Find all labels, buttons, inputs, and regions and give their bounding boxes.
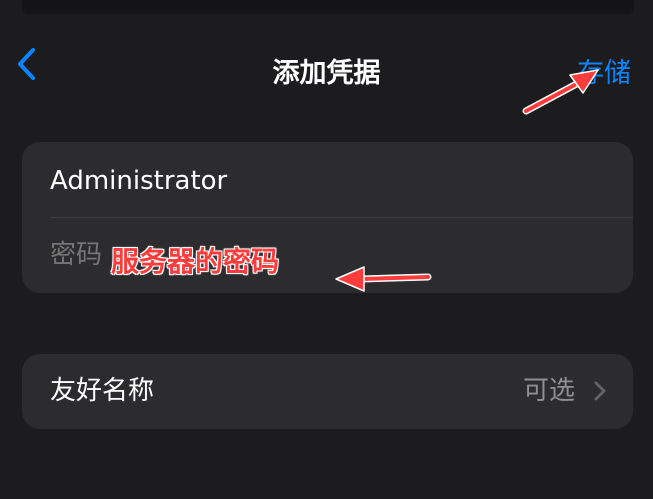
chevron-right-icon bbox=[594, 381, 606, 401]
friendly-name-label: 友好名称 bbox=[50, 376, 155, 406]
divider bbox=[50, 217, 633, 218]
username-field[interactable] bbox=[50, 164, 613, 198]
annotation-text: 服务器的密码 bbox=[111, 245, 280, 278]
navigation-bar: 添加凭据 存储 bbox=[0, 14, 653, 106]
friendly-name-value: 可选 bbox=[522, 376, 575, 406]
page-title: 添加凭据 bbox=[272, 58, 381, 89]
friendly-name-row[interactable]: 友好名称 可选 bbox=[22, 354, 633, 429]
save-button[interactable]: 存储 bbox=[577, 58, 631, 90]
